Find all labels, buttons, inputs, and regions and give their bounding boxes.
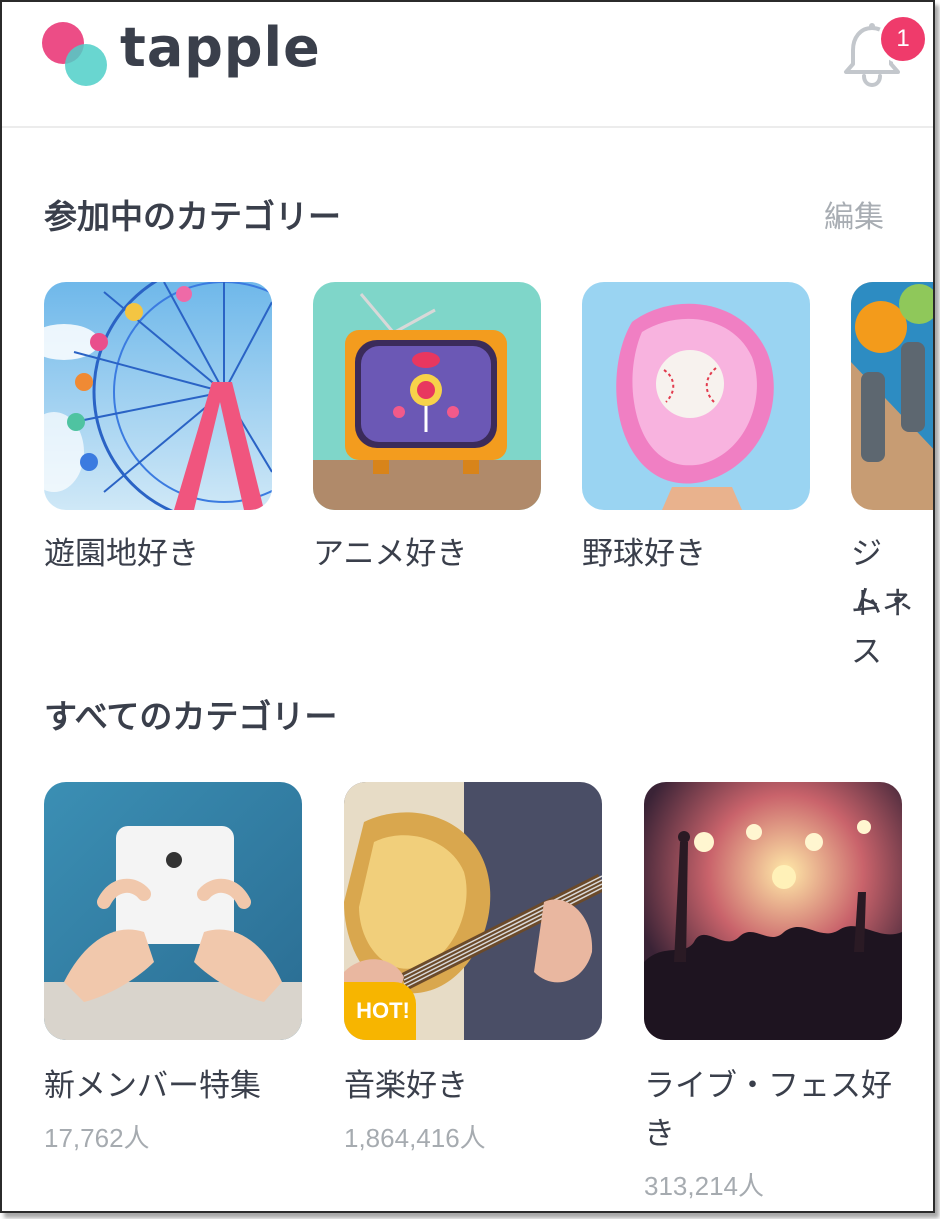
retro-tv-image — [313, 282, 541, 510]
ferris-wheel-image — [44, 282, 272, 510]
smartphone-hands-image — [44, 782, 302, 1040]
category-label: 音楽好き — [344, 1068, 468, 1104]
category-tile-gym-fitness[interactable] — [851, 282, 933, 510]
category-label-line1: ライブ・フェス好 — [644, 1068, 892, 1104]
category-label: アニメ好き — [313, 536, 468, 572]
concert-crowd-image — [644, 782, 902, 1040]
category-tile-anime[interactable] — [313, 282, 541, 510]
baseball-glove-image — [582, 282, 810, 510]
category-tile-live-festival[interactable] — [644, 782, 902, 1040]
logo-mark-icon — [42, 20, 112, 90]
edit-button[interactable]: 編集 — [824, 192, 884, 236]
dumbbell-image — [851, 282, 933, 510]
logo-text: tapple — [120, 16, 321, 79]
category-label-line2: トネス — [851, 586, 913, 670]
app-screen: tapple 1 参加中のカテゴリー 編集 遊園地好き アニメ好き 野球好き ジ… — [0, 0, 935, 1213]
category-tile-music[interactable]: HOT! — [344, 782, 602, 1040]
notification-badge: 1 — [878, 14, 928, 64]
member-count: 1,864,416人 — [344, 1123, 486, 1153]
category-label-line2: き — [644, 1116, 675, 1152]
hot-badge: HOT! — [344, 982, 416, 1040]
category-tile-new-members[interactable] — [44, 782, 302, 1040]
category-tile-baseball[interactable] — [582, 282, 810, 510]
category-tile-amusement-park[interactable] — [44, 282, 272, 510]
all-categories-title: すべてのカテゴリー — [44, 697, 338, 736]
member-count: 313,214人 — [644, 1171, 764, 1201]
member-count: 17,762人 — [44, 1123, 150, 1153]
joined-categories-title: 参加中のカテゴリー — [44, 197, 341, 236]
category-label: 新メンバー特集 — [44, 1068, 261, 1104]
category-label: 野球好き — [582, 536, 706, 572]
top-header: tapple 1 — [2, 2, 933, 128]
tapple-logo: tapple — [42, 16, 342, 90]
category-label: 遊園地好き — [44, 536, 199, 572]
